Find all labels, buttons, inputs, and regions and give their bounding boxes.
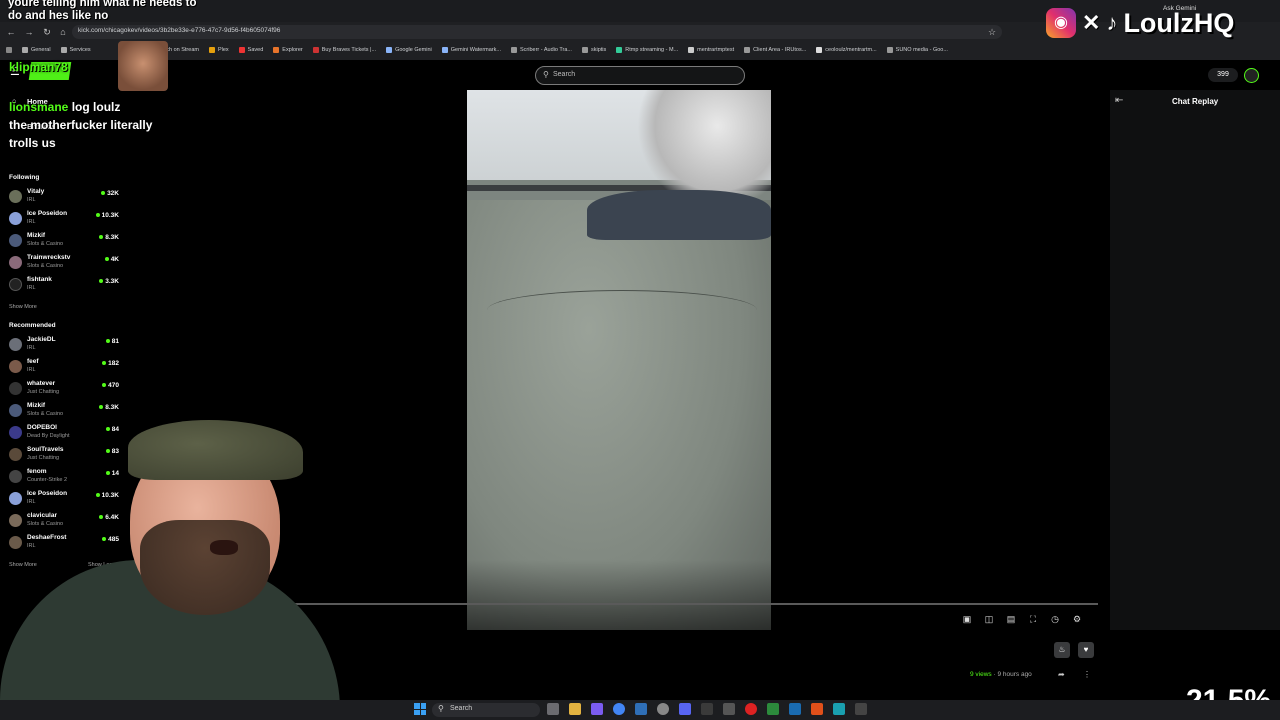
theater-mode-icon[interactable]: ▤ bbox=[1006, 614, 1016, 624]
brand-name: LoulzHQ bbox=[1123, 7, 1235, 38]
url-text: kick.com/chicagokev/videos/3b2be33e-e776… bbox=[78, 27, 281, 34]
app-icon[interactable] bbox=[723, 703, 735, 715]
video-views: 9 views bbox=[970, 671, 992, 678]
x-icon: ✕ bbox=[1082, 10, 1101, 35]
webcam-beard bbox=[140, 520, 270, 615]
chat-replay-panel bbox=[1110, 90, 1280, 630]
bookmarks-bar: General Services Watch on Stream Plex Sa… bbox=[0, 43, 1280, 57]
video-age: 9 hours ago bbox=[997, 671, 1032, 678]
bookmark-item[interactable]: Saved bbox=[238, 47, 263, 53]
more-options-icon[interactable]: ⋮ bbox=[1083, 670, 1091, 679]
bookmark-star-icon[interactable]: ☆ bbox=[987, 27, 997, 37]
sidebar-channel[interactable]: Vitaly IRL 32K bbox=[9, 187, 121, 207]
instagram-icon: ◉ bbox=[1046, 8, 1076, 38]
notify-bell-button[interactable]: ♨ bbox=[1054, 642, 1070, 658]
video-player[interactable] bbox=[467, 90, 771, 630]
clip-icon[interactable]: ◫ bbox=[984, 614, 994, 624]
discord-icon[interactable] bbox=[679, 703, 691, 715]
bookmark-item[interactable]: Services bbox=[60, 47, 91, 53]
steam-icon[interactable] bbox=[789, 703, 801, 715]
bookmark-item[interactable]: ceoloulz/mentrartm... bbox=[816, 47, 877, 53]
social-overlay: ◉ ✕ ♪ LoulzHQ bbox=[1046, 3, 1234, 43]
video-frame-collar bbox=[587, 190, 771, 240]
fullscreen-icon[interactable]: ⛶ bbox=[1028, 614, 1038, 624]
sidebar-channel[interactable]: feef IRL 182 bbox=[9, 357, 121, 377]
sidebar-channel[interactable]: whatever Just Chatting 470 bbox=[9, 379, 121, 399]
reload-icon[interactable]: ↻ bbox=[42, 27, 52, 37]
bookmark-item[interactable]: Google Gemini bbox=[386, 47, 432, 53]
app-icon[interactable] bbox=[635, 703, 647, 715]
bookmark-item[interactable]: Plex bbox=[208, 47, 229, 53]
bookmark-item[interactable]: Explorer bbox=[273, 47, 303, 53]
follow-heart-button[interactable]: ♥ bbox=[1078, 642, 1094, 658]
caption-overlay: youre telling him what he needs to do an… bbox=[8, 0, 197, 22]
terminal-icon[interactable] bbox=[855, 703, 867, 715]
bookmark-item[interactable]: Rtmp streaming - M... bbox=[616, 47, 678, 53]
tiktok-icon: ♪ bbox=[1106, 10, 1118, 35]
apps-icon[interactable] bbox=[6, 47, 12, 53]
app-icon[interactable] bbox=[591, 703, 603, 715]
chat-overlay-user1: klipman78 bbox=[9, 60, 68, 74]
bookmark-item[interactable]: Gemini Watermark... bbox=[441, 47, 501, 53]
show-more-following[interactable]: Show More bbox=[9, 304, 37, 310]
playback-speed-icon[interactable]: ◷ bbox=[1050, 614, 1060, 624]
chrome-icon[interactable] bbox=[613, 703, 625, 715]
home-icon[interactable]: ⌂ bbox=[58, 27, 68, 37]
webcam-cap bbox=[128, 420, 303, 480]
back-icon[interactable]: ← bbox=[6, 27, 16, 37]
bookmark-item[interactable]: skiptis bbox=[581, 47, 606, 53]
miniplayer-icon[interactable]: ▣ bbox=[962, 614, 972, 624]
recommended-heading: Recommended bbox=[9, 322, 56, 329]
video-meta: 9 views · 9 hours ago bbox=[970, 671, 1032, 678]
bookmark-item[interactable]: Scriberr - Audio Tra... bbox=[511, 47, 572, 53]
windows-start-icon[interactable] bbox=[414, 703, 426, 715]
task-view-icon[interactable] bbox=[547, 703, 559, 715]
file-explorer-icon[interactable] bbox=[569, 703, 581, 715]
bookmark-item[interactable]: Buy Braves Tickets |... bbox=[312, 47, 376, 53]
sidebar-channel[interactable]: JackieDL IRL 81 bbox=[9, 335, 121, 355]
chat-overlay-msg-b: the motherfucker literally trolls us bbox=[9, 118, 153, 150]
avatar[interactable] bbox=[1244, 68, 1259, 83]
taskbar-search[interactable]: ⚲ Search bbox=[432, 703, 540, 717]
share-icon[interactable]: ➦ bbox=[1058, 670, 1065, 679]
chat-overlay-user2: lionsmane bbox=[9, 100, 69, 114]
collapse-chat-icon[interactable]: ⇤ bbox=[1115, 95, 1123, 106]
video-progress-bar[interactable] bbox=[286, 603, 1098, 605]
sidebar-channel[interactable]: fishtank IRL 3.3K bbox=[9, 275, 121, 295]
bookmark-item[interactable]: mentrartmptest bbox=[688, 47, 734, 53]
app-icon[interactable] bbox=[833, 703, 845, 715]
forward-icon[interactable]: → bbox=[24, 27, 34, 37]
obs-icon[interactable] bbox=[745, 703, 757, 715]
chat-overlay-msg-a: log loulz bbox=[71, 100, 121, 114]
settings-gear-icon[interactable]: ⚙ bbox=[1072, 614, 1082, 624]
search-input[interactable]: ⚲ Search bbox=[535, 66, 745, 85]
address-bar[interactable]: kick.com/chicagokev/videos/3b2be33e-e776… bbox=[72, 25, 1002, 39]
sidebar-channel[interactable]: Trainwreckstv Slots & Casino 4K bbox=[9, 253, 121, 273]
video-controls-gradient bbox=[467, 560, 771, 630]
video-frame-seam bbox=[487, 290, 757, 330]
chat-replay-title: Chat Replay bbox=[1172, 97, 1219, 106]
webcam-mouth bbox=[210, 540, 238, 555]
bookmark-item[interactable]: Client Area - IRUtos... bbox=[744, 47, 806, 53]
chat-overlay: klipman78 lionsmane log loulz the mother… bbox=[9, 58, 169, 152]
following-heading: Following bbox=[9, 174, 40, 181]
bookmark-item[interactable]: General bbox=[22, 47, 51, 53]
search-icon: ⚲ bbox=[543, 70, 549, 79]
app-icon[interactable] bbox=[657, 703, 669, 715]
app-icon[interactable] bbox=[701, 703, 713, 715]
sidebar-channel[interactable]: Ice Poseidon IRL 10.3K bbox=[9, 209, 121, 229]
points-badge[interactable]: 399 bbox=[1208, 68, 1238, 82]
bookmark-item[interactable]: SUNO media - Goo... bbox=[886, 47, 948, 53]
app-icon[interactable] bbox=[767, 703, 779, 715]
sidebar-channel[interactable]: Mizkif Slots & Casino 8.3K bbox=[9, 231, 121, 251]
search-icon: ⚲ bbox=[438, 704, 444, 713]
brave-icon[interactable] bbox=[811, 703, 823, 715]
